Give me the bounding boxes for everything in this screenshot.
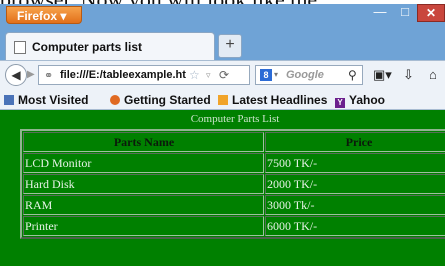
- bookmark-star-icon[interactable]: ☆: [189, 68, 200, 82]
- search-icon[interactable]: ⚲: [348, 68, 357, 82]
- search-bar[interactable]: 8 ▾ Google ⚲: [255, 65, 363, 85]
- bookmarks-toolbar: Most Visited Getting Started Latest Head…: [0, 90, 445, 110]
- search-placeholder: Google: [286, 69, 324, 81]
- globe-icon: ⚭: [44, 70, 54, 82]
- cell-part-name: Hard Disk: [23, 174, 264, 194]
- rss-icon: [218, 95, 228, 105]
- firefox-window: Firefox ▾ — □ ✕ Computer parts list + ◀ …: [0, 4, 445, 266]
- home-icon[interactable]: ⌂: [429, 67, 437, 82]
- table-caption: Computer Parts List: [190, 113, 280, 125]
- bookmark-label: Getting Started: [124, 93, 211, 107]
- bookmark-most-visited[interactable]: Most Visited: [4, 93, 88, 107]
- download-icon[interactable]: ⇩: [403, 67, 414, 83]
- url-text: file:///E:/tableexample.html: [60, 69, 186, 81]
- cell-price: 7500 TK/-: [265, 153, 445, 173]
- table-row: Hard Disk 2000 TK/-: [23, 174, 445, 194]
- bookmark-label: Latest Headlines: [232, 93, 328, 107]
- bookmarks-menu-icon[interactable]: ▣▾: [373, 67, 392, 83]
- firefox-menu-label: Firefox: [17, 9, 58, 23]
- navigation-toolbar: ◀ ▶ ⚭ file:///E:/tableexample.html ☆ ▿ ⟳…: [0, 60, 445, 90]
- table-row: Printer 6000 TK/-: [23, 216, 445, 236]
- bookmark-label: Yahoo: [349, 93, 386, 107]
- back-button[interactable]: ◀: [5, 64, 27, 86]
- history-dropdown-icon[interactable]: ▿: [206, 70, 211, 81]
- table-header-row: Parts Name Price: [23, 132, 445, 152]
- tab-title: Computer parts list: [32, 40, 143, 54]
- bookmark-getting-started[interactable]: Getting Started: [110, 93, 211, 107]
- header-parts-name: Parts Name: [23, 132, 264, 152]
- google-icon[interactable]: 8: [260, 69, 272, 81]
- cell-price: 3000 Tk/-: [265, 195, 445, 215]
- bookmark-label: Most Visited: [18, 93, 89, 107]
- bookmark-yahoo[interactable]: Y Yahoo: [335, 93, 385, 108]
- cell-price: 2000 TK/-: [265, 174, 445, 194]
- url-bar[interactable]: ⚭ file:///E:/tableexample.html ☆ ▿ ⟳: [38, 65, 250, 85]
- firefox-menu-button[interactable]: Firefox ▾: [6, 6, 82, 24]
- getting-started-icon: [110, 95, 120, 105]
- minimize-button[interactable]: —: [368, 4, 392, 22]
- cell-part-name: RAM: [23, 195, 264, 215]
- tab-computer-parts-list[interactable]: Computer parts list: [5, 32, 215, 60]
- table-row: LCD Monitor 7500 TK/-: [23, 153, 445, 173]
- cell-part-name: Printer: [23, 216, 264, 236]
- yahoo-icon: Y: [335, 98, 345, 108]
- bookmark-latest-headlines[interactable]: Latest Headlines: [218, 93, 327, 107]
- search-engine-dropdown-icon[interactable]: ▾: [274, 70, 278, 79]
- titlebar: Firefox ▾ — □ ✕: [0, 4, 445, 28]
- parts-table: Parts Name Price LCD Monitor 7500 TK/- H…: [20, 129, 445, 239]
- cell-price: 6000 TK/-: [265, 216, 445, 236]
- maximize-button[interactable]: □: [394, 4, 416, 22]
- close-button[interactable]: ✕: [417, 4, 445, 22]
- table-row: RAM 3000 Tk/-: [23, 195, 445, 215]
- new-tab-button[interactable]: +: [218, 34, 242, 58]
- cell-part-name: LCD Monitor: [23, 153, 264, 173]
- page-icon: [14, 41, 26, 54]
- most-visited-icon: [4, 95, 14, 105]
- page-content: Computer Parts List Parts Name Price LCD…: [0, 110, 445, 266]
- reload-icon[interactable]: ⟳: [219, 68, 229, 82]
- chevron-down-icon: ▾: [60, 9, 67, 23]
- header-price: Price: [265, 132, 445, 152]
